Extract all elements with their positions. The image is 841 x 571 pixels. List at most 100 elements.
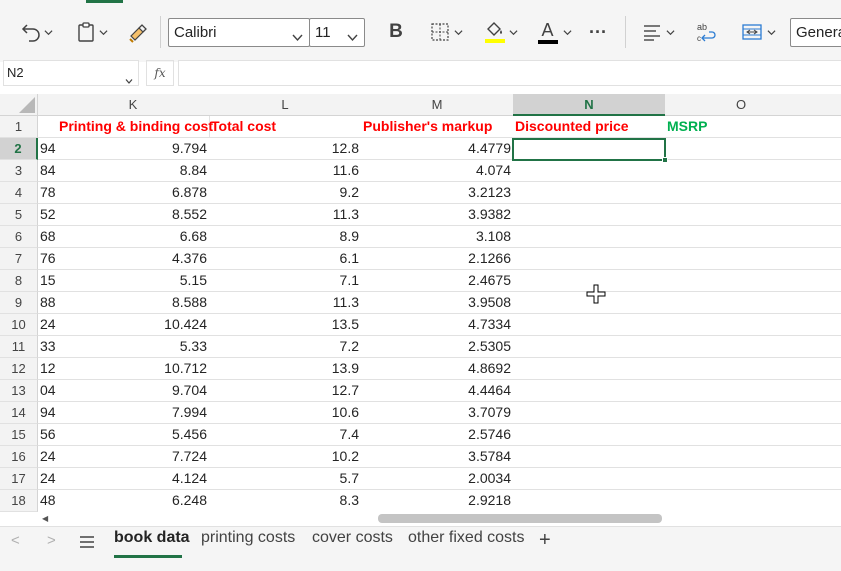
cell-n13[interactable] [513, 380, 666, 402]
cell-k9[interactable]: 8.588 [57, 292, 210, 314]
sheet-tab-other-fixed-costs[interactable]: other fixed costs [408, 529, 525, 547]
cell-m17[interactable]: 2.0034 [361, 468, 514, 490]
column-header-partial[interactable] [817, 94, 841, 116]
sheet-tab-printing-costs[interactable]: printing costs [201, 529, 295, 547]
cell-o7[interactable] [665, 248, 818, 270]
cell-j16[interactable]: 24 [38, 446, 58, 468]
cell-j3[interactable]: 84 [38, 160, 58, 182]
cell-j10[interactable]: 24 [38, 314, 58, 336]
column-header-partial[interactable] [38, 94, 58, 116]
cell-n10[interactable] [513, 314, 666, 336]
row-header[interactable]: 7 [0, 248, 38, 270]
cell-p18[interactable] [817, 490, 841, 512]
column-header-m[interactable]: M [361, 94, 514, 116]
merge-button[interactable] [736, 18, 780, 46]
cell-p13[interactable] [817, 380, 841, 402]
cell-l6[interactable]: 8.9 [209, 226, 362, 248]
cell-j11[interactable]: 33 [38, 336, 58, 358]
sheet-tab-cover-costs[interactable]: cover costs [312, 529, 393, 547]
cell-k16[interactable]: 7.724 [57, 446, 210, 468]
cell-n6[interactable] [513, 226, 666, 248]
cell-j17[interactable]: 24 [38, 468, 58, 490]
cell-k4[interactable]: 6.878 [57, 182, 210, 204]
cell-m15[interactable]: 2.5746 [361, 424, 514, 446]
cell-l16[interactable]: 10.2 [209, 446, 362, 468]
row-header[interactable]: 2 [0, 138, 38, 160]
cell-k5[interactable]: 8.552 [57, 204, 210, 226]
font-size-dropdown[interactable]: 11 [309, 18, 365, 47]
cell-n1[interactable]: Discounted price [513, 116, 666, 138]
cell-o2[interactable] [665, 138, 818, 160]
cell-m7[interactable]: 2.1266 [361, 248, 514, 270]
cell-p11[interactable] [817, 336, 841, 358]
font-name-dropdown[interactable]: Calibri [168, 18, 310, 47]
cell-p12[interactable] [817, 358, 841, 380]
cell-o13[interactable] [665, 380, 818, 402]
cell-m5[interactable]: 3.9382 [361, 204, 514, 226]
cell-n7[interactable] [513, 248, 666, 270]
cell-j15[interactable]: 56 [38, 424, 58, 446]
cell-j7[interactable]: 76 [38, 248, 58, 270]
cell-n4[interactable] [513, 182, 666, 204]
cell-j1[interactable] [38, 116, 58, 138]
cell-m6[interactable]: 3.108 [361, 226, 514, 248]
wrap-text-button[interactable]: ab c [692, 18, 720, 46]
paste-button[interactable] [70, 18, 114, 46]
row-header[interactable]: 10 [0, 314, 38, 336]
cell-p5[interactable] [817, 204, 841, 226]
cell-j9[interactable]: 88 [38, 292, 58, 314]
cell-j12[interactable]: 12 [38, 358, 58, 380]
cell-o12[interactable] [665, 358, 818, 380]
cell-p1[interactable] [817, 116, 841, 138]
cell-o11[interactable] [665, 336, 818, 358]
cell-k10[interactable]: 10.424 [57, 314, 210, 336]
row-header[interactable]: 15 [0, 424, 38, 446]
cell-m4[interactable]: 3.2123 [361, 182, 514, 204]
fill-color-button[interactable] [478, 18, 522, 46]
row-header[interactable]: 14 [0, 402, 38, 424]
cell-k1[interactable]: Printing & binding cost [57, 116, 213, 138]
cell-j18[interactable]: 48 [38, 490, 58, 512]
cell-o6[interactable] [665, 226, 818, 248]
cell-j5[interactable]: 52 [38, 204, 58, 226]
next-sheet-button[interactable]: > [47, 532, 56, 549]
cell-l9[interactable]: 11.3 [209, 292, 362, 314]
cell-o5[interactable] [665, 204, 818, 226]
row-header[interactable]: 11 [0, 336, 38, 358]
cell-m14[interactable]: 3.7079 [361, 402, 514, 424]
cell-p4[interactable] [817, 182, 841, 204]
cell-o1[interactable]: MSRP [665, 116, 818, 138]
cell-p10[interactable] [817, 314, 841, 336]
cell-p6[interactable] [817, 226, 841, 248]
cell-o16[interactable] [665, 446, 818, 468]
cell-l13[interactable]: 12.7 [209, 380, 362, 402]
cell-m18[interactable]: 2.9218 [361, 490, 514, 512]
cell-l17[interactable]: 5.7 [209, 468, 362, 490]
cell-n3[interactable] [513, 160, 666, 182]
cell-m11[interactable]: 2.5305 [361, 336, 514, 358]
format-painter-button[interactable] [124, 18, 152, 46]
cell-m10[interactable]: 4.7334 [361, 314, 514, 336]
cell-k14[interactable]: 7.994 [57, 402, 210, 424]
cell-j4[interactable]: 78 [38, 182, 58, 204]
row-header[interactable]: 16 [0, 446, 38, 468]
cell-l12[interactable]: 13.9 [209, 358, 362, 380]
borders-button[interactable] [424, 18, 468, 46]
cell-m1[interactable]: Publisher's markup [361, 116, 514, 138]
row-header[interactable]: 4 [0, 182, 38, 204]
row-header[interactable]: 1 [0, 116, 38, 138]
bold-button[interactable]: B [382, 18, 410, 46]
cell-o10[interactable] [665, 314, 818, 336]
cell-n5[interactable] [513, 204, 666, 226]
cell-l18[interactable]: 8.3 [209, 490, 362, 512]
cell-p2[interactable] [817, 138, 841, 160]
row-header[interactable]: 6 [0, 226, 38, 248]
cell-p8[interactable] [817, 270, 841, 292]
cell-n16[interactable] [513, 446, 666, 468]
cell-p9[interactable] [817, 292, 841, 314]
cell-k15[interactable]: 5.456 [57, 424, 210, 446]
row-header[interactable]: 5 [0, 204, 38, 226]
row-header[interactable]: 12 [0, 358, 38, 380]
fill-handle[interactable] [662, 157, 668, 163]
font-color-button[interactable]: A [532, 18, 576, 46]
